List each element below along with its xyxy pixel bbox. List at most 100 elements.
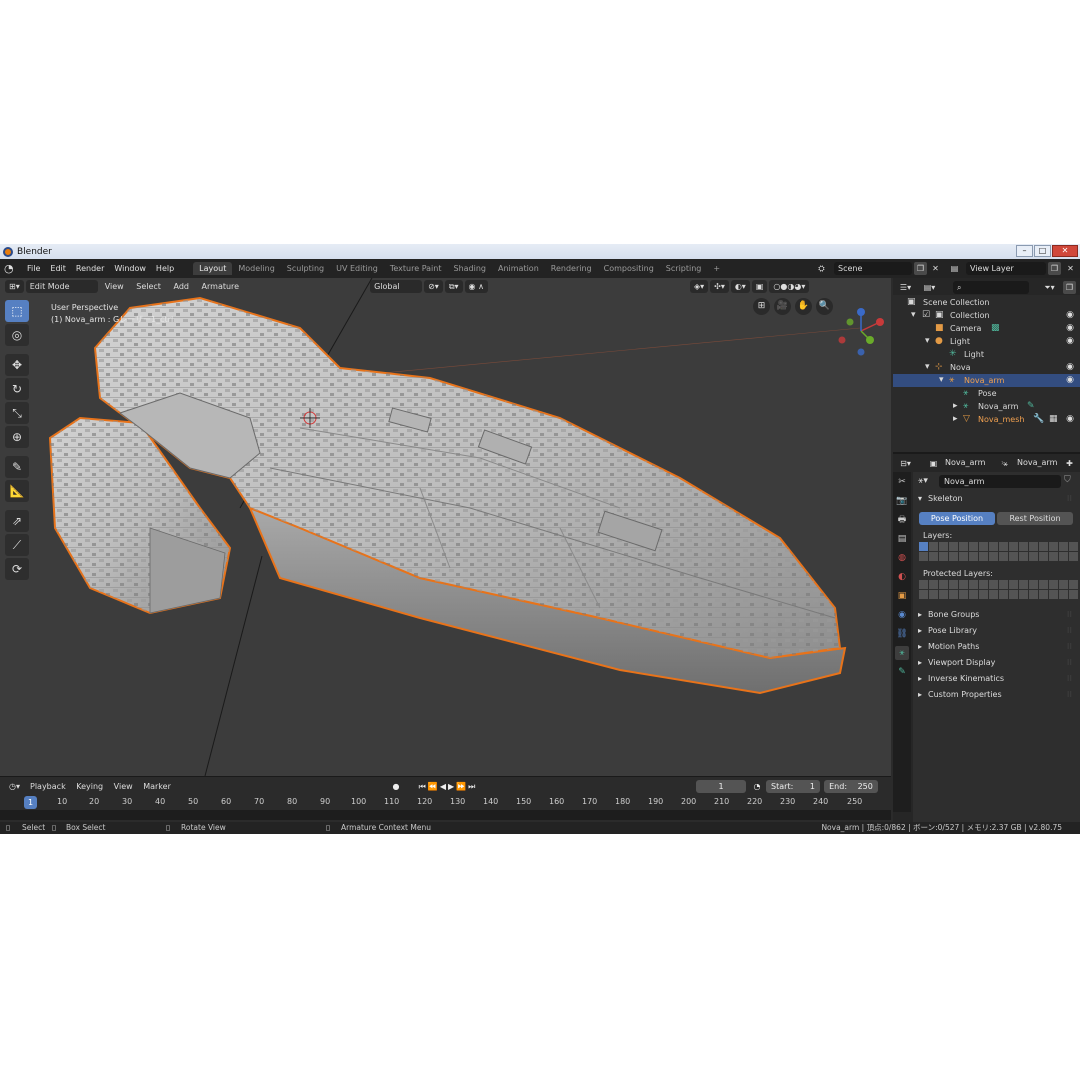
zoom-icon[interactable]: 🔍 — [816, 298, 833, 315]
tool-tab-icon[interactable]: ✂ — [895, 475, 909, 489]
eye-icon[interactable]: ◉ — [1066, 335, 1074, 348]
drag-handle-icon[interactable]: ⁝⁝ — [1067, 690, 1072, 699]
y-axis-icon[interactable] — [866, 336, 874, 344]
outliner-row-light[interactable]: ▾ ● Light ◉ — [893, 335, 1080, 348]
snap-icon[interactable]: ⧉▾ — [444, 280, 463, 293]
panel-bone-groups[interactable]: ▸ Bone Groups ⁝⁝ — [913, 606, 1080, 622]
camera-view-icon[interactable]: 🎥 — [774, 298, 791, 315]
expand-arrow-icon[interactable]: ▸ — [918, 674, 922, 683]
armature-data-icon[interactable]: ⚹▾ — [918, 476, 928, 486]
view-layer-selector[interactable]: View Layer — [966, 262, 1046, 275]
outliner-search-input[interactable]: ⌕ — [953, 281, 1029, 294]
outliner-row-nova[interactable]: ▾ ⊹ Nova ◉ — [893, 361, 1080, 374]
protected-layers-grid-right[interactable] — [999, 580, 1078, 599]
eye-icon[interactable]: ◉ — [1066, 413, 1074, 426]
annotate-icon[interactable]: ✎ — [5, 456, 29, 478]
outliner-row-nova-arm[interactable]: ▾ ⚹ Nova_arm ◉ — [893, 374, 1080, 387]
pan-hand-icon[interactable]: ✋ — [795, 298, 812, 315]
outliner-row-collection[interactable]: ▾ ☑ ▣ Collection ◉ — [893, 309, 1080, 322]
drag-handle-icon[interactable]: ⁝⁝ — [1067, 610, 1072, 619]
cursor-icon[interactable]: ◎ — [5, 324, 29, 346]
expand-arrow-icon[interactable]: ▸ — [918, 690, 922, 699]
eye-icon[interactable]: ◉ — [1066, 322, 1074, 335]
drag-handle-icon[interactable]: ⁝⁝ — [1067, 658, 1072, 667]
scale-icon[interactable]: ⤡ — [5, 402, 29, 424]
tab-texture-paint[interactable]: Texture Paint — [384, 262, 448, 275]
end-frame-field[interactable]: End: 250 — [824, 780, 878, 793]
timeline-editor-icon[interactable]: ◷▾ — [5, 780, 24, 793]
tab-uv-editing[interactable]: UV Editing — [330, 262, 384, 275]
expand-arrow-icon[interactable]: ▾ — [925, 361, 930, 374]
z-axis-icon[interactable] — [857, 308, 865, 316]
checkbox-icon[interactable]: ☑ — [922, 309, 930, 322]
visibility-icon[interactable]: ◈▾ — [689, 280, 709, 293]
tab-layout[interactable]: Layout — [193, 262, 233, 275]
object-tab-icon[interactable]: ▣ — [895, 589, 909, 603]
tab-scripting[interactable]: Scripting — [660, 262, 708, 275]
drag-handle-icon[interactable]: ⁝⁝ — [1067, 674, 1072, 683]
proportional-edit-icon[interactable]: ◉ ∧ — [464, 280, 488, 293]
panel-custom-properties[interactable]: ▸ Custom Properties ⁝⁝ — [913, 686, 1080, 702]
navigation-gizmo[interactable] — [836, 306, 886, 356]
timeline-track[interactable] — [0, 810, 891, 820]
blender-menu-icon[interactable]: ◔ — [4, 262, 18, 275]
menu-render[interactable]: Render — [71, 264, 109, 273]
pin-icon[interactable]: ✚ — [1063, 457, 1076, 470]
expand-arrow-icon[interactable]: ▸ — [953, 400, 958, 413]
gizmo-icon[interactable]: ✣▾ — [710, 280, 729, 293]
add-workspace-icon[interactable]: + — [707, 262, 726, 275]
expand-arrow-icon[interactable]: ▸ — [918, 610, 922, 619]
menu-file[interactable]: File — [22, 264, 45, 273]
bone-tab-icon[interactable]: ✎ — [895, 665, 909, 679]
display-mode-icon[interactable]: ▤▾ — [923, 281, 936, 294]
maximize-icon[interactable]: □ — [1034, 245, 1051, 257]
scene-tab-icon[interactable]: ◍ — [895, 551, 909, 565]
outliner-editor-icon[interactable]: ☰▾ — [899, 281, 912, 294]
filter-icon[interactable]: ⏷▾ — [1043, 281, 1056, 294]
ruler-current-frame[interactable]: 1 — [24, 796, 38, 809]
expand-arrow-icon[interactable]: ▸ — [918, 642, 922, 651]
transform-icon[interactable]: ⊕ — [5, 426, 29, 448]
timeline-menu-playback[interactable]: Playback — [26, 782, 70, 791]
view-layer-icon[interactable]: ▤ — [948, 262, 961, 275]
protected-layers-grid-left[interactable] — [919, 580, 998, 599]
drag-handle-icon[interactable]: ⁝⁝ — [1067, 642, 1072, 651]
close-icon[interactable]: ✕ — [1052, 245, 1078, 257]
timeline-menu-view[interactable]: View — [110, 782, 137, 791]
expand-arrow-icon[interactable]: ▸ — [918, 658, 922, 667]
roll-icon[interactable]: ⟳ — [5, 558, 29, 580]
overlay-icon[interactable]: ◐▾ — [730, 280, 750, 293]
new-collection-icon[interactable]: ❐ — [1063, 281, 1076, 294]
scene-selector[interactable]: Scene — [834, 262, 912, 275]
menu-help[interactable]: Help — [151, 264, 179, 273]
rest-position-button[interactable]: Rest Position — [997, 512, 1073, 525]
orientation-selector[interactable]: Global — [370, 280, 423, 293]
render-tab-icon[interactable]: 📷 — [895, 494, 909, 508]
outliner-row-scene-collection[interactable]: ▣ Scene Collection — [893, 296, 1080, 309]
scene-icon[interactable]: ⛭ — [815, 262, 828, 275]
expand-arrow-icon[interactable]: ▾ — [925, 335, 930, 348]
outliner-row-pose[interactable]: ⚹ Pose — [893, 387, 1080, 400]
expand-arrow-icon[interactable]: ▾ — [911, 309, 916, 322]
delete-scene-icon[interactable]: ✕ — [929, 262, 942, 275]
tab-modeling[interactable]: Modeling — [232, 262, 280, 275]
new-scene-icon[interactable]: ❐ — [914, 262, 927, 275]
stopwatch-icon[interactable]: ◔ — [750, 780, 764, 793]
start-frame-field[interactable]: Start: 1 — [766, 780, 820, 793]
tab-sculpting[interactable]: Sculpting — [281, 262, 330, 275]
skeleton-panel-title[interactable]: Skeleton — [928, 494, 963, 503]
properties-editor-icon[interactable]: ⊟▾ — [899, 457, 912, 470]
expand-arrow-icon[interactable]: ▸ — [918, 626, 922, 635]
output-tab-icon[interactable]: 🖶 — [895, 513, 909, 527]
panel-motion-paths[interactable]: ▸ Motion Paths ⁝⁝ — [913, 638, 1080, 654]
playback-controls-icon[interactable]: ⏮⏪◀▶⏩⏭ — [406, 780, 490, 793]
expand-arrow-icon[interactable]: ▾ — [939, 374, 944, 387]
outliner-row-camera[interactable]: ■ Camera ▩ ◉ — [893, 322, 1080, 335]
drag-handle-icon[interactable]: ⁝⁝ — [1067, 626, 1072, 635]
panel-viewport-display[interactable]: ▸ Viewport Display ⁝⁝ — [913, 654, 1080, 670]
eye-icon[interactable]: ◉ — [1066, 374, 1074, 387]
tab-animation[interactable]: Animation — [492, 262, 545, 275]
frame-ruler[interactable]: 1 10 20 30 40 50 60 70 80 90 100 110 120… — [0, 796, 891, 810]
drag-handle-icon[interactable]: ⁝⁝ — [1067, 494, 1072, 503]
x-axis-icon[interactable] — [876, 318, 884, 326]
